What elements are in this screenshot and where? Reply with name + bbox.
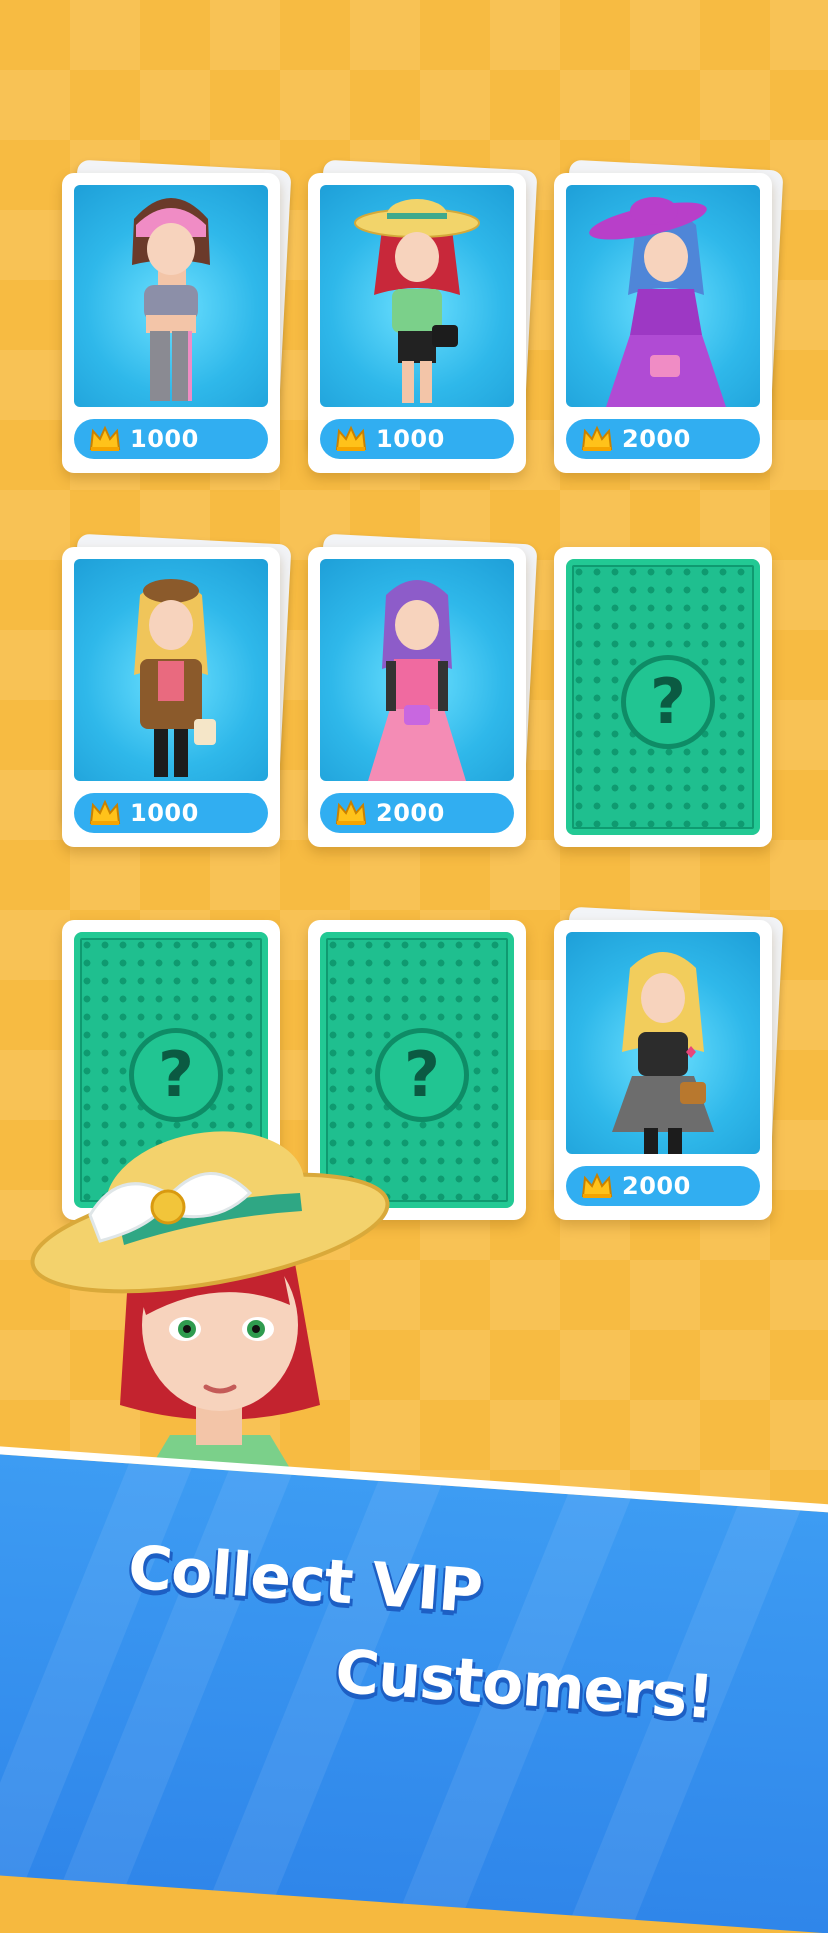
price-amount: 2000	[376, 799, 445, 827]
customer-card[interactable]: 2000	[308, 533, 538, 847]
customer-portrait	[566, 185, 760, 407]
price-pill: 2000	[320, 793, 514, 833]
customer-card[interactable]: 1000	[62, 159, 292, 473]
crown-icon	[581, 425, 613, 451]
customer-card[interactable]: 1000	[62, 533, 292, 847]
customer-portrait	[320, 559, 514, 781]
price-amount: 1000	[376, 425, 445, 453]
customer-portrait	[566, 932, 760, 1154]
customer-portrait	[320, 185, 514, 407]
crown-icon	[581, 1172, 613, 1198]
featured-customer-portrait	[30, 1131, 390, 1485]
price-amount: 2000	[622, 1172, 691, 1200]
price-amount: 1000	[130, 799, 199, 827]
customer-card[interactable]: 1000	[308, 159, 538, 473]
crown-icon	[89, 799, 121, 825]
card-face: 1000	[308, 173, 526, 473]
customer-portrait	[74, 185, 268, 407]
customer-portrait	[74, 559, 268, 781]
mystery-card-back: ?	[566, 559, 760, 835]
card-face: 1000	[62, 173, 280, 473]
customer-card[interactable]: 2000	[554, 159, 784, 473]
price-pill: 1000	[74, 793, 268, 833]
card-face: 2000	[308, 547, 526, 847]
mystery-card[interactable]: ?	[554, 547, 772, 847]
price-pill: 2000	[566, 1166, 760, 1206]
card-face: 2000	[554, 920, 772, 1220]
customer-card[interactable]: 2000	[554, 906, 784, 1220]
card-face: ?	[554, 547, 772, 847]
card-face: 2000	[554, 173, 772, 473]
price-amount: 2000	[622, 425, 691, 453]
question-mark-icon: ?	[621, 655, 715, 749]
crown-icon	[335, 425, 367, 451]
price-amount: 1000	[130, 425, 199, 453]
crown-icon	[89, 425, 121, 451]
price-pill: 2000	[566, 419, 760, 459]
crown-icon	[335, 799, 367, 825]
price-pill: 1000	[74, 419, 268, 459]
card-face: 1000	[62, 547, 280, 847]
price-pill: 1000	[320, 419, 514, 459]
